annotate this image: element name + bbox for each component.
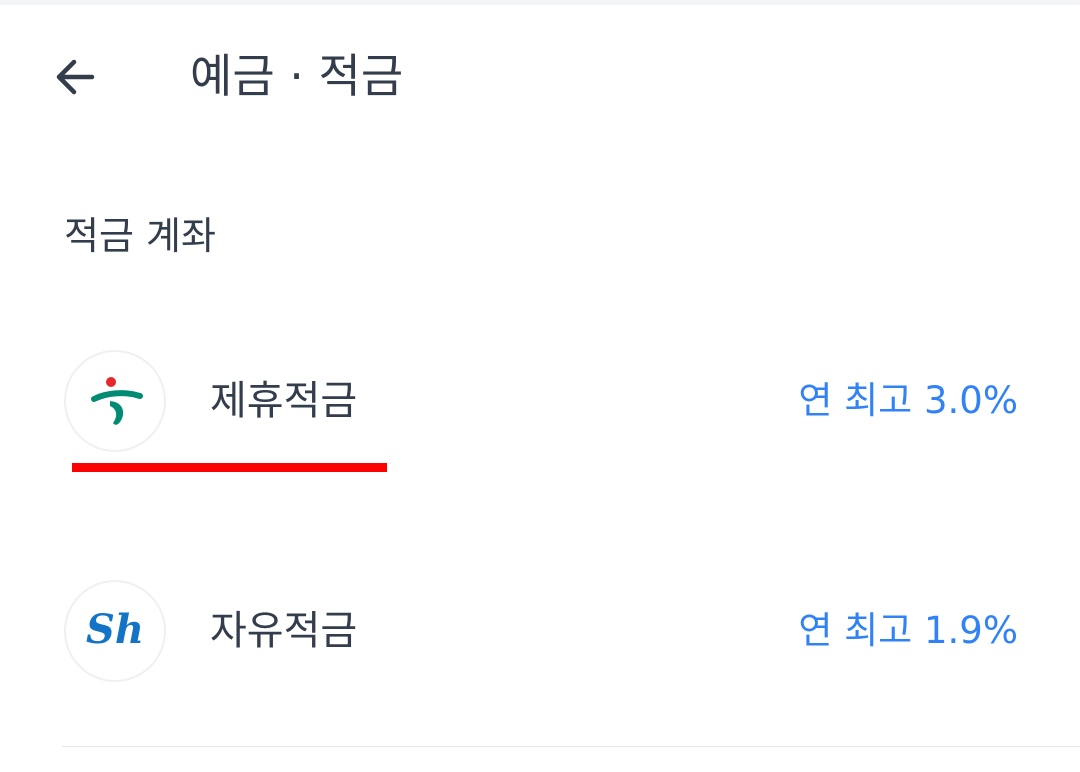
bank-logo [64, 350, 166, 452]
product-rate: 연 최고 1.9% [798, 609, 1018, 652]
bank-logo: Sh [64, 580, 166, 682]
svg-text:Sh: Sh [86, 606, 144, 653]
product-row-partner-savings[interactable]: 제휴적금 연 최고 3.0% [0, 342, 1080, 462]
back-button[interactable] [40, 42, 110, 112]
status-bar-strip [0, 0, 1080, 5]
product-name: 제휴적금 [210, 378, 358, 424]
arrow-left-icon [56, 59, 95, 95]
product-rate: 연 최고 3.0% [798, 379, 1018, 422]
product-row-free-savings[interactable]: Sh 자유적금 연 최고 1.9% [0, 572, 1080, 692]
product-name: 자유적금 [210, 608, 358, 654]
highlight-underline [72, 463, 387, 472]
section-title: 적금 계좌 [64, 214, 216, 258]
divider [62, 746, 1080, 747]
sh-bank-logo-icon: Sh [86, 606, 144, 653]
page-title: 예금 · 적금 [190, 49, 404, 103]
hana-bank-logo-icon [91, 377, 143, 425]
